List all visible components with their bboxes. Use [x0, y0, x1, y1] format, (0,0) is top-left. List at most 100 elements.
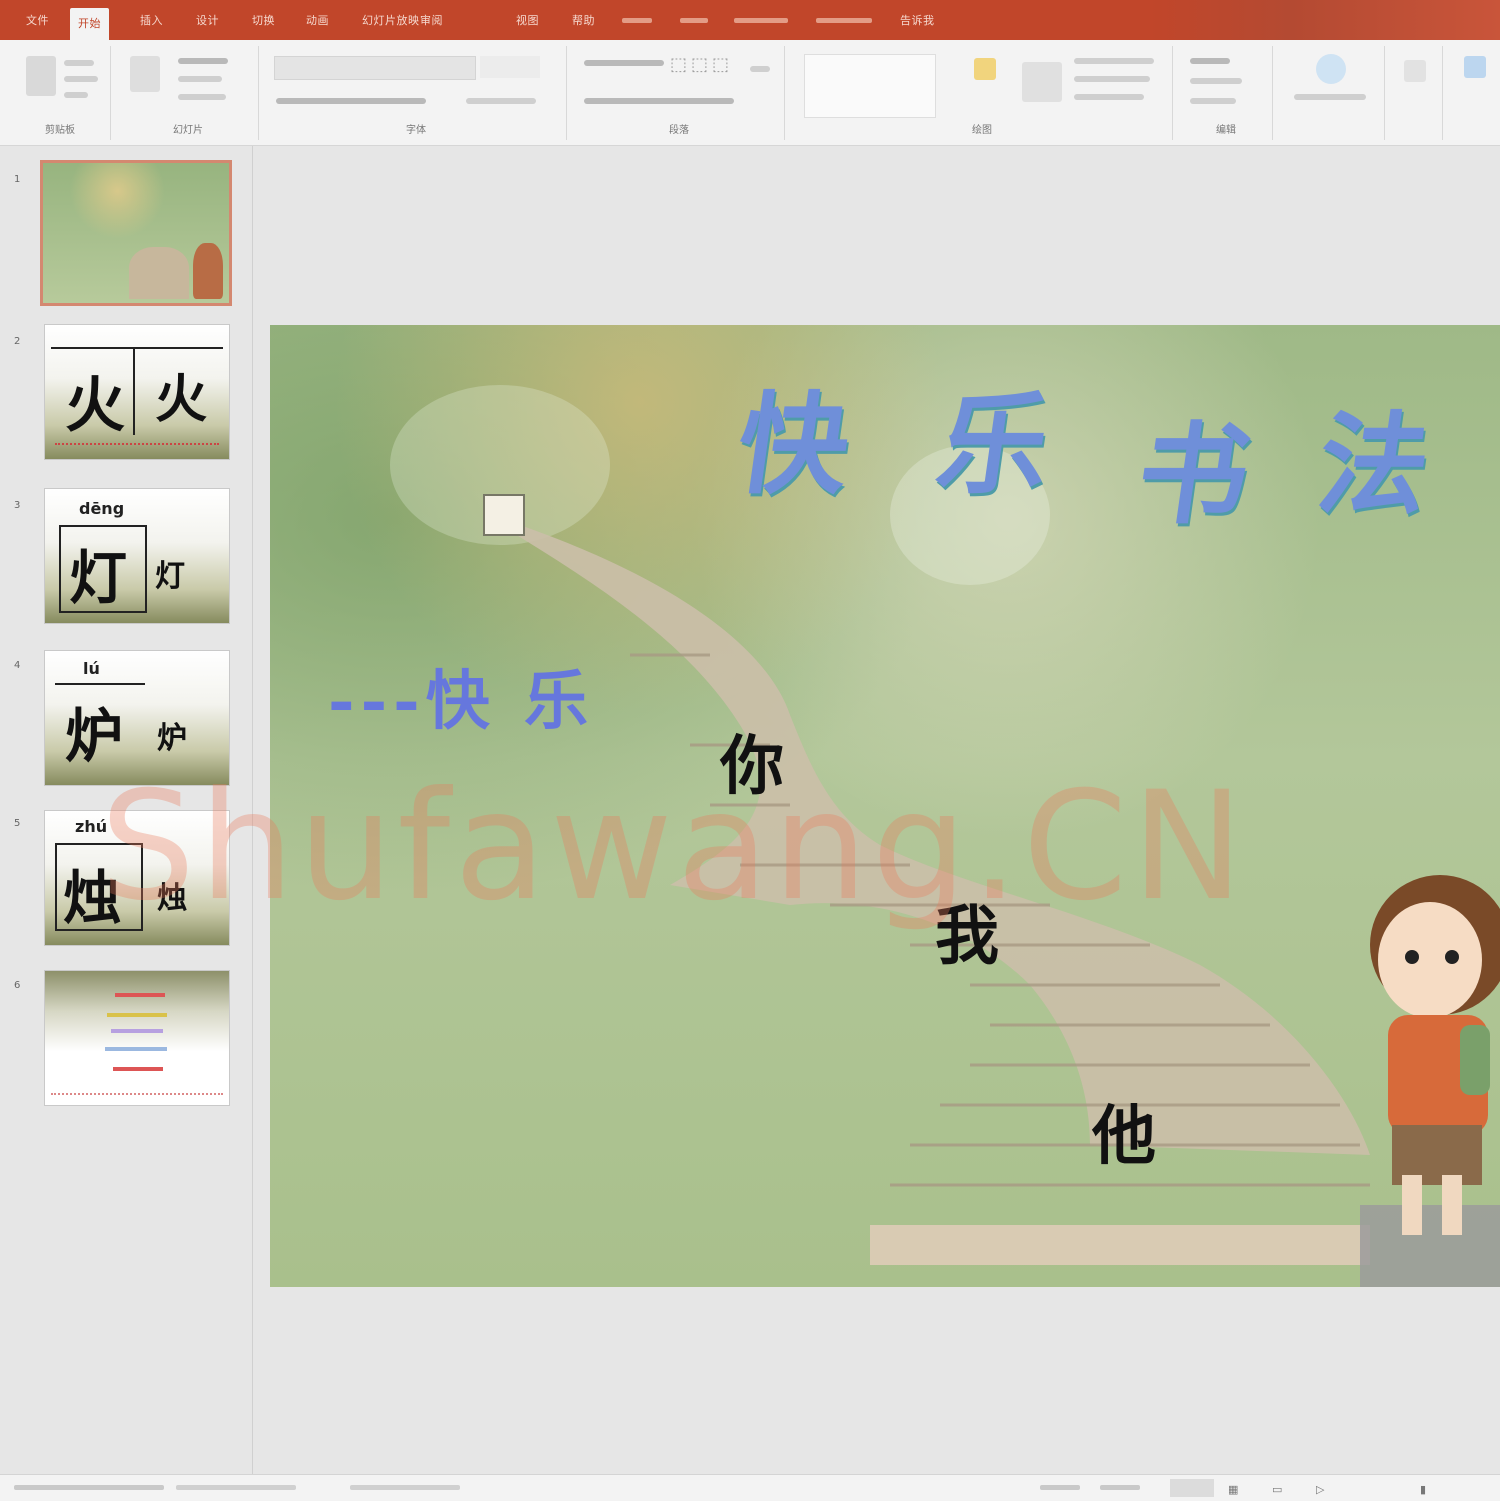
slide-number: 1	[14, 174, 21, 185]
tab-placeholder[interactable]	[622, 18, 652, 23]
arrange-icon[interactable]	[974, 58, 996, 80]
watermark: Shufawang.CN	[100, 760, 1248, 934]
font-color-button[interactable]	[466, 98, 536, 104]
text-line	[105, 1047, 167, 1051]
clipboard-group-label: 剪贴板	[45, 125, 75, 136]
tab-file[interactable]: 文件	[26, 12, 49, 32]
tab-placeholder[interactable]	[680, 18, 708, 23]
tab-placeholder[interactable]	[734, 18, 788, 23]
pinyin-label: lú	[83, 659, 100, 678]
shape-outline-button[interactable]	[1074, 76, 1150, 82]
font-group-label: 字体	[406, 125, 426, 136]
stair-char[interactable]: 他	[1092, 1085, 1156, 1177]
ribbon-tab-bar: 文件 开始 插入 设计 切换 动画 幻灯片放映 审阅 视图 帮助 告诉我	[0, 0, 1500, 40]
quick-styles-icon[interactable]	[1022, 62, 1062, 102]
font-name-select[interactable]	[274, 56, 476, 80]
addin-label	[1294, 94, 1366, 100]
replace-button[interactable]	[1190, 78, 1242, 84]
child-figure-thumb	[193, 243, 223, 299]
slide-thumbnail-1[interactable]	[40, 160, 232, 306]
line-spacing-icon[interactable]: ⬚⬚⬚	[670, 54, 733, 75]
shape-effects-button[interactable]	[1074, 94, 1144, 100]
stair-base	[870, 1225, 1370, 1265]
tab-transitions[interactable]: 切换	[252, 12, 275, 32]
new-slide-icon[interactable]	[130, 56, 160, 92]
child-illustration	[1370, 875, 1500, 1235]
rule-line	[55, 683, 145, 685]
reset-button[interactable]	[178, 76, 222, 82]
notes-button[interactable]	[1040, 1485, 1080, 1490]
clipboard-group: 剪贴板	[10, 46, 111, 140]
slide-number: 6	[14, 980, 21, 991]
alignment-buttons[interactable]	[584, 98, 734, 104]
editing-group-label: 编辑	[1216, 125, 1236, 136]
slideshow-icon[interactable]: ▷	[1316, 1483, 1324, 1496]
slides-group: 幻灯片	[118, 46, 259, 140]
copy-button[interactable]	[64, 76, 98, 82]
normal-view-button[interactable]	[1170, 1479, 1214, 1497]
language-status[interactable]	[176, 1485, 296, 1490]
designer-group	[1450, 46, 1500, 140]
tab-slideshow[interactable]: 幻灯片放映	[362, 12, 420, 32]
paragraph-group: ⬚⬚⬚ 段落	[574, 46, 785, 140]
tab-placeholder[interactable]	[816, 18, 872, 23]
tab-home[interactable]: 开始	[70, 8, 109, 40]
zoom-slider-icon[interactable]: ▮	[1420, 1483, 1426, 1496]
text-line	[113, 1067, 163, 1071]
slide-subtitle[interactable]: ---快 乐	[328, 650, 594, 742]
dotted-border	[51, 1083, 223, 1095]
shapes-gallery[interactable]	[804, 54, 936, 118]
status-bar: ▦ ▭ ▷ ▮	[0, 1474, 1500, 1501]
extra-group	[1392, 46, 1443, 140]
reading-view-icon[interactable]: ▭	[1272, 1483, 1282, 1496]
list-buttons[interactable]	[584, 60, 664, 66]
paste-icon[interactable]	[26, 56, 56, 96]
title-char[interactable]: 乐	[929, 355, 1061, 515]
designer-icon[interactable]	[1464, 56, 1486, 78]
shape-fill-button[interactable]	[1074, 58, 1154, 64]
text-line	[115, 993, 165, 997]
slides-group-label: 幻灯片	[173, 125, 203, 136]
comments-button[interactable]	[1100, 1485, 1140, 1490]
title-char[interactable]: 法	[1309, 375, 1441, 535]
layout-button[interactable]	[178, 58, 228, 64]
slide-number: 5	[14, 818, 21, 829]
dotted-line	[55, 443, 219, 448]
tab-insert[interactable]: 插入	[140, 12, 163, 32]
select-button[interactable]	[1190, 98, 1236, 104]
text-line	[107, 1013, 167, 1017]
addin-group	[1280, 46, 1385, 140]
find-button[interactable]	[1190, 58, 1230, 64]
cut-button[interactable]	[64, 60, 94, 66]
paragraph-group-label: 段落	[669, 125, 689, 136]
tab-review[interactable]: 审阅	[420, 12, 443, 32]
title-char[interactable]: 快	[729, 355, 861, 515]
tab-animations[interactable]: 动画	[306, 12, 329, 32]
slide-number: 2	[14, 336, 21, 347]
slide-number: 3	[14, 500, 21, 511]
text-line	[111, 1029, 163, 1033]
title-char[interactable]: 书	[1129, 385, 1261, 545]
format-painter-button[interactable]	[64, 92, 88, 98]
tab-help[interactable]: 帮助	[572, 12, 595, 32]
slide-thumbnail-2[interactable]: 火 火	[44, 324, 230, 460]
ribbon: 剪贴板 幻灯片 字体 ⬚⬚⬚ 段落 绘图 编辑	[0, 40, 1500, 146]
thumb-char: 灯	[155, 559, 185, 594]
tab-design[interactable]: 设计	[196, 12, 219, 32]
tab-view[interactable]: 视图	[516, 12, 539, 32]
slide-thumbnail-6[interactable]	[44, 970, 230, 1106]
extra-icon[interactable]	[1404, 60, 1426, 82]
font-size-select[interactable]	[480, 56, 540, 78]
title-bar-artwork	[1150, 0, 1500, 40]
drawing-group: 绘图	[792, 46, 1173, 140]
slide-sorter-icon[interactable]: ▦	[1228, 1483, 1238, 1496]
section-button[interactable]	[178, 94, 226, 100]
door-icon	[483, 494, 525, 536]
slide-thumbnail-3[interactable]: dēng 灯 灯	[44, 488, 230, 624]
thumb-char: 火	[155, 369, 208, 430]
tell-me-search[interactable]: 告诉我	[900, 12, 935, 32]
accessibility-status[interactable]	[350, 1485, 460, 1490]
font-format-buttons[interactable]	[276, 98, 426, 104]
text-direction-button[interactable]	[750, 66, 770, 72]
addin-icon[interactable]	[1316, 54, 1346, 84]
